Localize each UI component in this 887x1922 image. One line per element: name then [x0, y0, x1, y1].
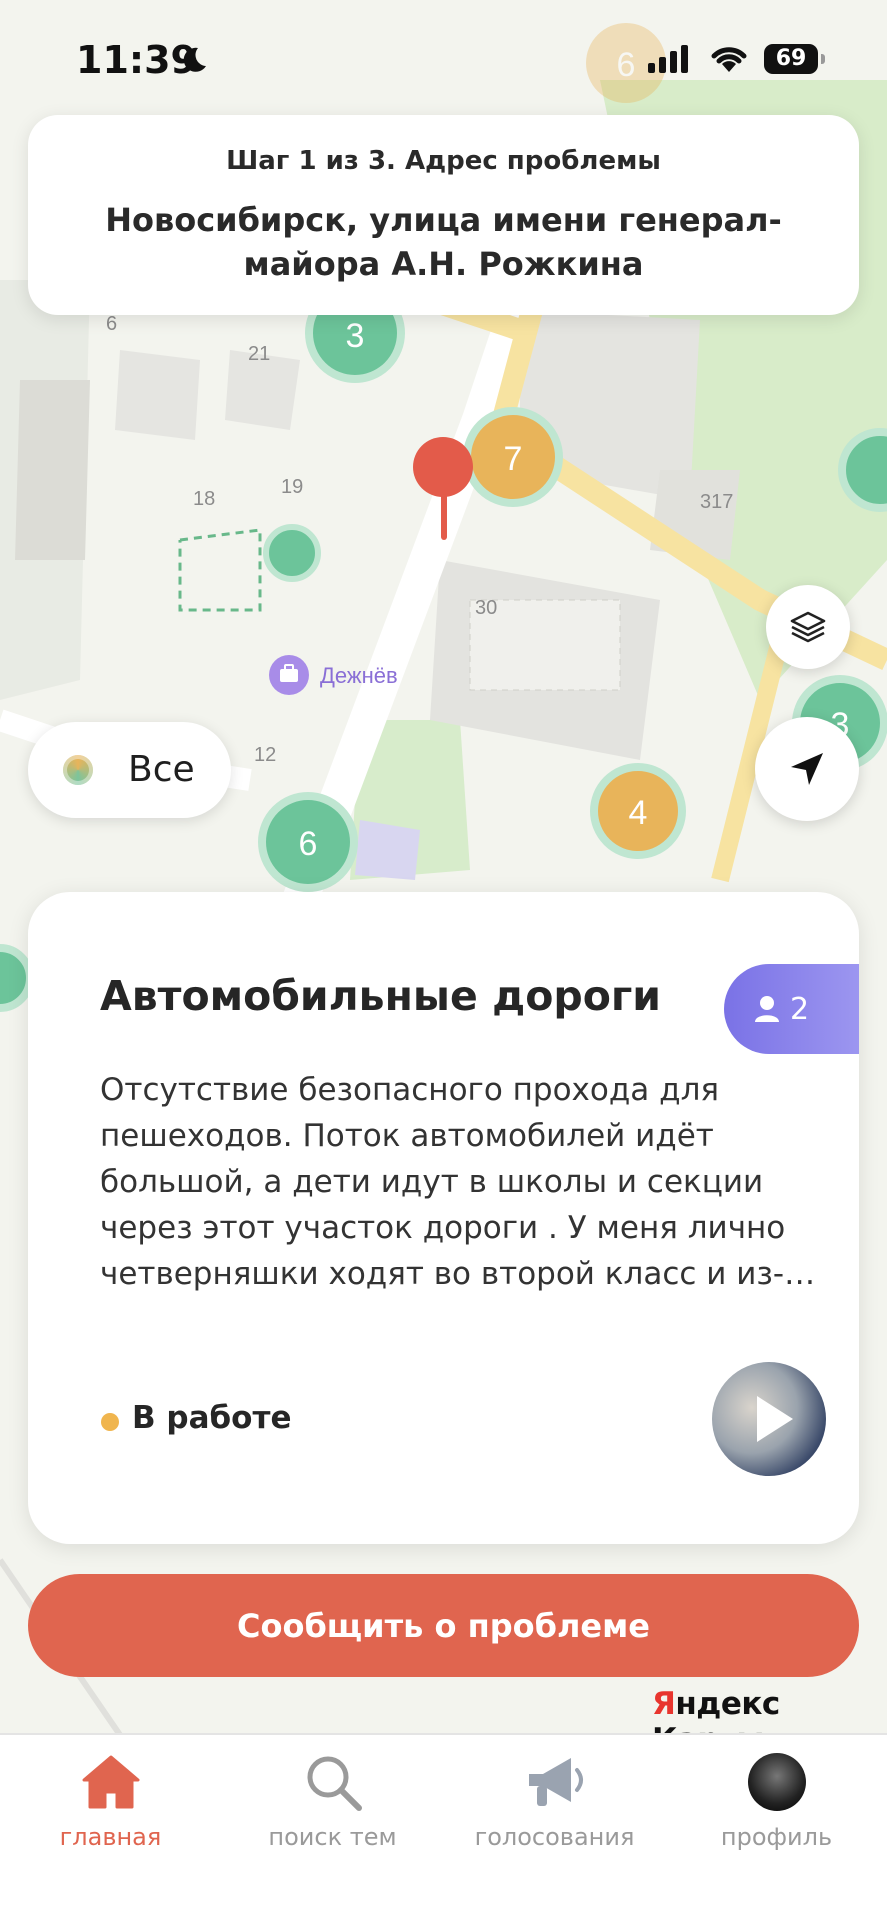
svg-text:6: 6 — [106, 313, 117, 335]
wifi-icon — [711, 47, 747, 72]
tab-label: главная — [59, 1823, 162, 1851]
svg-text:19: 19 — [281, 476, 303, 498]
problem-card[interactable]: Автомобильные дороги 2 Отсутствие безопа… — [28, 892, 859, 1544]
tab-search[interactable]: поиск тем — [222, 1735, 443, 1865]
video-thumbnail[interactable] — [712, 1362, 826, 1476]
address-text: Новосибирск, улица имени генерал-майора … — [105, 201, 782, 283]
svg-text:6: 6 — [299, 825, 318, 863]
tab-label: голосования — [474, 1823, 635, 1851]
home-icon — [82, 1755, 139, 1809]
map-cluster[interactable]: 6 — [258, 792, 358, 892]
svg-text:4: 4 — [629, 794, 648, 832]
tab-home[interactable]: главная — [0, 1735, 221, 1865]
tab-label: поиск тем — [268, 1823, 397, 1851]
status-dot — [101, 1413, 119, 1431]
map-cluster[interactable] — [838, 428, 887, 512]
map-cluster[interactable]: 4 — [590, 763, 686, 859]
bottom-tab-bar: главная поиск тем голосования профиль — [0, 1733, 887, 1922]
map-cluster[interactable] — [263, 524, 321, 582]
my-location-button[interactable] — [755, 717, 859, 821]
report-problem-button[interactable]: Сообщить о проблеме — [28, 1574, 859, 1677]
participants-badge[interactable]: 2 — [724, 964, 859, 1054]
filter-label: Все — [128, 749, 195, 790]
cellular-signal-icon — [648, 45, 688, 73]
step-title: Шаг 1 из 3. Адрес проблемы — [226, 146, 661, 176]
participants-count: 2 — [790, 991, 810, 1027]
filter-color-dot — [63, 755, 93, 785]
svg-text:18: 18 — [193, 488, 215, 510]
svg-text:3: 3 — [346, 317, 365, 355]
moon-icon — [183, 47, 206, 72]
svg-text:30: 30 — [475, 597, 497, 619]
svg-text:21: 21 — [248, 343, 270, 365]
layers-button[interactable] — [766, 585, 850, 669]
svg-text:317: 317 — [700, 491, 733, 513]
svg-text:12: 12 — [254, 744, 276, 766]
tab-votes[interactable]: голосования — [444, 1735, 665, 1865]
tab-profile[interactable]: профиль — [666, 1735, 887, 1865]
battery-indicator: 69 — [764, 44, 825, 74]
svg-text:Дежнёв: Дежнёв — [320, 663, 398, 688]
problem-status: В работе — [132, 1400, 292, 1436]
map-cluster[interactable]: 7 — [463, 407, 563, 507]
status-bar: 11:39 69 — [0, 0, 887, 115]
svg-text:7: 7 — [504, 440, 523, 478]
problem-description: Отсутствие безопасного прохода для пешех… — [100, 1072, 820, 1292]
megaphone-icon — [528, 1758, 583, 1806]
play-icon — [757, 1396, 793, 1442]
person-icon — [755, 996, 779, 1022]
tab-label: профиль — [720, 1823, 833, 1851]
address-step-card[interactable]: Шаг 1 из 3. Адрес проблемы Новосибирск, … — [28, 115, 859, 315]
map-cluster[interactable] — [0, 944, 34, 1012]
avatar — [747, 1753, 806, 1811]
problem-category: Автомобильные дороги — [100, 972, 662, 1020]
search-icon — [307, 1756, 362, 1811]
layers-icon — [790, 611, 826, 643]
status-filter-chip[interactable]: Все — [28, 722, 231, 818]
navigation-arrow-icon — [791, 753, 823, 785]
